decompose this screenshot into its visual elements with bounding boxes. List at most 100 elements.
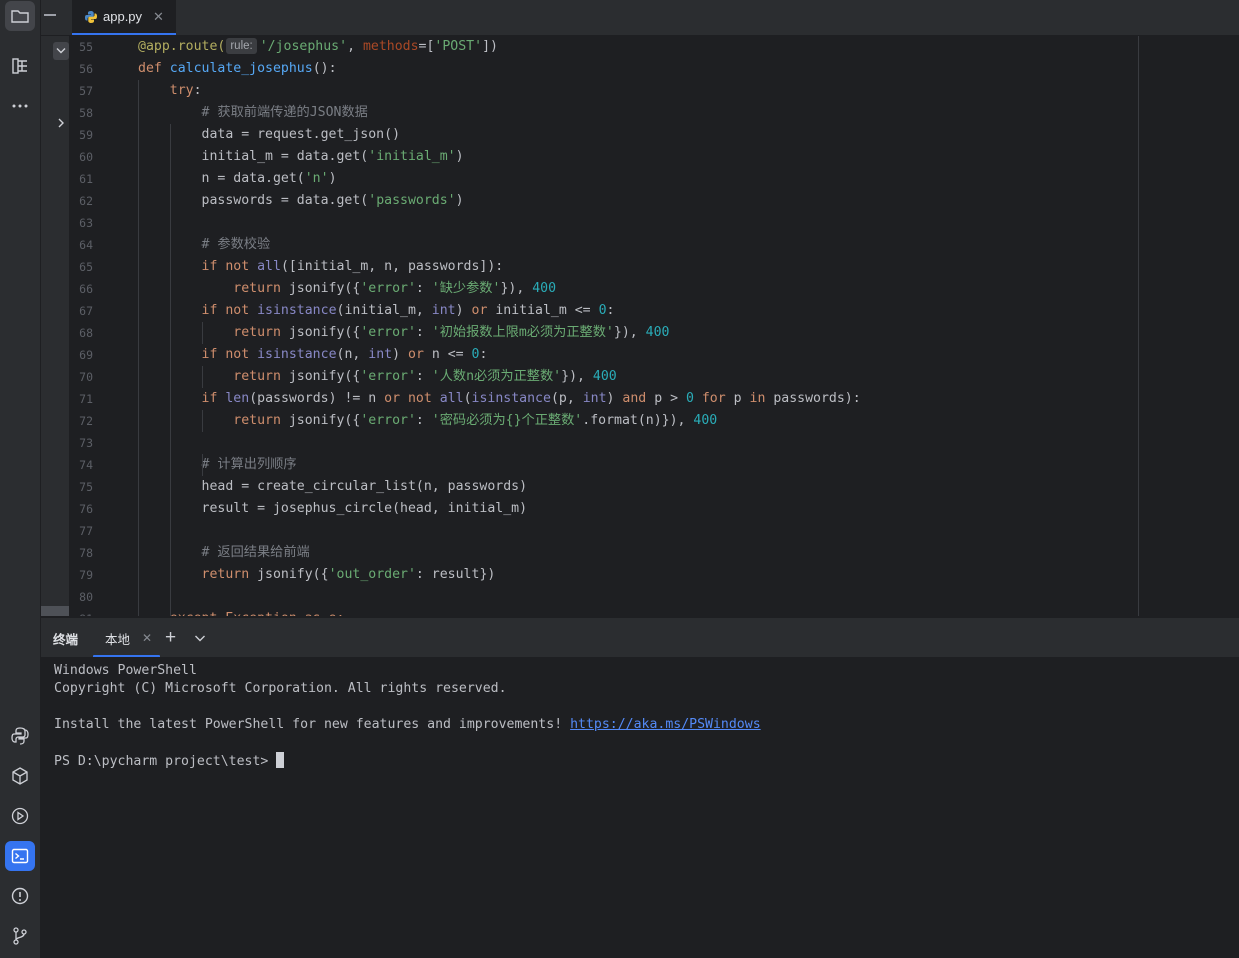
code-token: ( <box>463 391 472 406</box>
editor-tab-app-py[interactable]: app.py ✕ <box>72 0 176 35</box>
tab-filename: app.py <box>103 9 143 24</box>
code-line[interactable]: if len(passwords) != n or not all(isinst… <box>138 388 861 410</box>
code-line[interactable]: if not isinstance(n, int) or n <= 0: <box>138 344 488 366</box>
code-line[interactable]: return jsonify({'error': '人数n必须为正整数'}), … <box>138 366 617 388</box>
code-token: =[ <box>418 39 435 54</box>
code-token: 0 <box>598 303 607 318</box>
code-token: .format(n)}), <box>582 413 694 428</box>
code-token: 400 <box>592 369 617 384</box>
code-token: 0 <box>685 391 702 406</box>
problems-icon[interactable] <box>5 881 35 911</box>
code-line[interactable]: try: <box>138 80 202 102</box>
code-token: and <box>622 391 655 406</box>
code-line[interactable]: result = josephus_circle(head, initial_m… <box>138 498 528 520</box>
code-line[interactable]: @app.route(rule: '/josephus', methods=['P… <box>138 36 498 58</box>
powershell-link[interactable]: https://aka.ms/PSWindows <box>570 717 761 732</box>
right-margin-guide <box>1138 36 1139 616</box>
code-token: n = data.get( <box>138 171 305 186</box>
close-terminal-tab-icon[interactable]: ✕ <box>142 631 152 645</box>
python-console-icon[interactable] <box>5 721 35 751</box>
code-line[interactable]: return jsonify({'error': '密码必须为{}个正整数'.f… <box>138 410 717 432</box>
code-token: 'error' <box>360 281 416 296</box>
terminal-icon[interactable] <box>5 841 35 871</box>
code-token: ) <box>606 391 623 406</box>
code-token: 'error' <box>360 369 416 384</box>
line-number: 61 <box>79 172 93 186</box>
code-token: ) <box>328 171 337 186</box>
code-token: return <box>233 369 289 384</box>
code-line[interactable]: # 返回结果给前端 <box>138 542 310 564</box>
code-line[interactable]: # 参数校验 <box>138 234 271 256</box>
code-token: if not <box>201 303 258 318</box>
terminal-line: Install the latest PowerShell for new fe… <box>54 716 761 734</box>
code-line[interactable]: # 获取前端传递的JSON数据 <box>138 102 368 124</box>
terminal-header: 终端 本地 ✕ + <box>41 617 1239 658</box>
code-line[interactable]: initial_m = data.get('initial_m') <box>138 146 464 168</box>
line-number: 65 <box>79 260 93 274</box>
horizontal-scrollbar-thumb[interactable] <box>41 606 69 616</box>
line-number: 72 <box>79 414 93 428</box>
code-line[interactable]: return jsonify({'out_order': result}) <box>138 564 496 586</box>
code-line[interactable]: # 计算出列顺序 <box>138 454 297 476</box>
minimize-icon[interactable] <box>44 14 56 16</box>
indent-guide <box>170 124 171 616</box>
structure-icon[interactable] <box>5 51 35 81</box>
project-icon[interactable] <box>5 1 35 31</box>
code-token: or not <box>384 391 440 406</box>
code-token: '/josephus' <box>259 39 348 54</box>
line-number: 76 <box>79 502 93 516</box>
code-token: 400 <box>693 413 718 428</box>
code-editor[interactable]: 55 56 57 58 59 60 61 62 63 64 65 66 67 68 69 70 71 72 73 74… <box>41 36 1239 616</box>
expand-chevron-icon[interactable] <box>53 115 69 133</box>
services-icon[interactable] <box>5 801 35 831</box>
code-token: data = request.get_json() <box>138 127 401 142</box>
code-area[interactable]: @app.route(rule: '/josephus', methods=['P… <box>138 36 1138 616</box>
code-token: @app.route( <box>138 39 226 54</box>
line-number: 73 <box>79 436 93 450</box>
git-icon[interactable] <box>5 921 35 951</box>
code-token: jsonify({ <box>288 281 361 296</box>
code-token: result = josephus_circle(head, initial_m… <box>138 501 528 516</box>
code-line[interactable]: except Exception as e: <box>138 608 345 616</box>
code-token: all <box>439 391 464 406</box>
tab-local[interactable]: 本地 ✕ <box>105 618 152 658</box>
terminal-output[interactable]: Windows PowerShell Copyright (C) Microso… <box>41 657 1239 958</box>
code-token: methods <box>362 39 419 54</box>
code-token: : <box>415 281 432 296</box>
code-line[interactable]: data = request.get_json() <box>138 124 401 146</box>
new-terminal-button[interactable]: + <box>165 618 176 658</box>
code-token: or <box>408 347 432 362</box>
code-line[interactable]: n = data.get('n') <box>138 168 337 190</box>
code-token: (passwords) != n <box>249 391 385 406</box>
terminal-prompt-line[interactable]: PS D:\pycharm project\test> <box>54 752 285 771</box>
terminal-dropdown-button[interactable] <box>193 618 207 658</box>
tab-local-label: 本地 <box>105 632 131 647</box>
line-number: 79 <box>79 568 93 582</box>
code-line[interactable]: if not isinstance(initial_m, int) or ini… <box>138 300 615 322</box>
code-line[interactable]: return jsonify({'error': '缺少参数'}), 400 <box>138 278 556 300</box>
line-number: 67 <box>79 304 93 318</box>
line-number: 63 <box>79 216 93 230</box>
indent-guide <box>202 410 203 432</box>
line-number: 62 <box>79 194 93 208</box>
code-token: (initial_m, <box>336 303 432 318</box>
code-line[interactable]: def calculate_josephus(): <box>138 58 337 80</box>
code-line[interactable]: if not all([initial_m, n, passwords]): <box>138 256 504 278</box>
collapse-chevron-icon[interactable] <box>53 42 69 60</box>
more-icon[interactable] <box>5 91 35 121</box>
close-tab-icon[interactable]: ✕ <box>153 9 164 25</box>
code-line[interactable]: head = create_circular_list(n, passwords… <box>138 476 528 498</box>
line-number: 64 <box>79 238 93 252</box>
code-line[interactable]: return jsonify({'error': '初始报数上限m必须为正整数'… <box>138 322 669 344</box>
python-packages-icon[interactable] <box>5 761 35 791</box>
code-token: 400 <box>645 325 670 340</box>
code-token: n <= <box>431 347 472 362</box>
code-token: jsonify({ <box>288 325 361 340</box>
line-number: 81 <box>69 608 93 616</box>
code-token: '人数n必须为正整数' <box>431 369 562 384</box>
code-line[interactable]: passwords = data.get('passwords') <box>138 190 464 212</box>
code-token: ) <box>455 193 464 208</box>
